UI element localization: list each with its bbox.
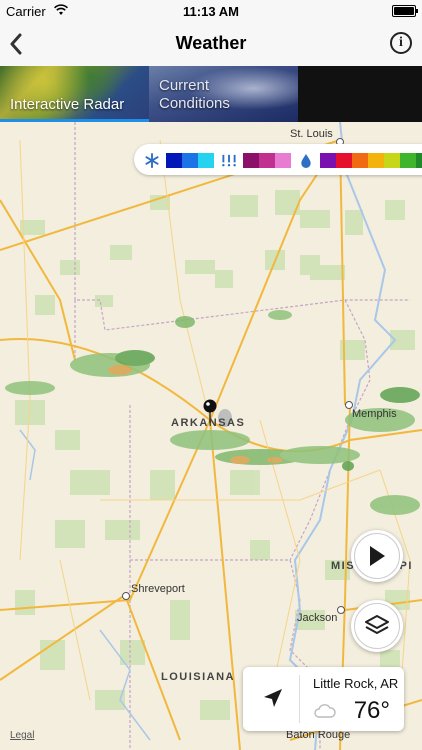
layers-button[interactable] xyxy=(351,600,403,652)
legend-swatch-mix xyxy=(259,153,275,168)
layers-icon xyxy=(365,615,389,634)
tab-bar: Interactive Radar Current Conditions xyxy=(0,66,422,122)
card-temperature: 76° xyxy=(353,697,390,724)
location-pin-icon[interactable] xyxy=(202,398,218,424)
current-weather-card[interactable]: Little Rock, AR 76° xyxy=(243,667,404,731)
legend-swatch-snow xyxy=(166,153,182,168)
legend-swatch-rain xyxy=(416,153,422,168)
city-marker xyxy=(122,592,130,600)
legal-link[interactable]: Legal xyxy=(10,730,34,741)
play-icon xyxy=(370,546,385,566)
sleet-icon xyxy=(222,154,236,167)
tab-current-conditions[interactable]: Current Conditions xyxy=(149,66,298,122)
play-button[interactable] xyxy=(351,530,403,582)
legend-swatch-rain xyxy=(400,153,416,168)
location-arrow-icon[interactable] xyxy=(262,687,284,709)
info-icon: i xyxy=(399,35,403,50)
legend-swatch-rain xyxy=(336,153,352,168)
city-label-jackson: Jackson xyxy=(297,612,338,624)
legend-swatch-snow xyxy=(182,153,198,168)
legend-swatch-rain xyxy=(384,153,400,168)
legend-swatch-mix xyxy=(243,153,259,168)
info-button[interactable]: i xyxy=(390,32,412,54)
tab-label: Interactive Radar xyxy=(10,96,125,113)
legend-swatch-snow xyxy=(198,153,214,168)
tab-selected-indicator xyxy=(0,119,149,122)
navigation-bar: Weather i xyxy=(0,22,422,66)
state-label-louisiana: LOUISIANA xyxy=(161,671,235,683)
tab-interactive-radar[interactable]: Interactive Radar xyxy=(0,66,149,122)
city-label-st-louis: St. Louis xyxy=(290,128,333,140)
battery-icon xyxy=(392,5,418,17)
city-marker xyxy=(337,606,345,614)
raindrop-icon xyxy=(301,153,311,168)
card-location: Little Rock, AR xyxy=(313,676,399,691)
cloud-icon xyxy=(314,704,336,718)
status-bar: Carrier 11:13 AM xyxy=(0,0,422,22)
page-title: Weather xyxy=(175,33,247,53)
legend-swatch-rain xyxy=(320,153,336,168)
legend-swatch-rain xyxy=(352,153,368,168)
card-divider xyxy=(299,675,300,723)
legend-swatch-mix xyxy=(275,153,291,168)
clock: 11:13 AM xyxy=(183,4,239,19)
radar-map[interactable] xyxy=(0,122,422,750)
city-label-shreveport: Shreveport xyxy=(131,583,185,595)
tab-label: Current Conditions xyxy=(159,77,230,112)
city-label-memphis: Memphis xyxy=(352,408,397,420)
legend-swatch-rain xyxy=(368,153,384,168)
snowflake-icon xyxy=(145,153,159,168)
